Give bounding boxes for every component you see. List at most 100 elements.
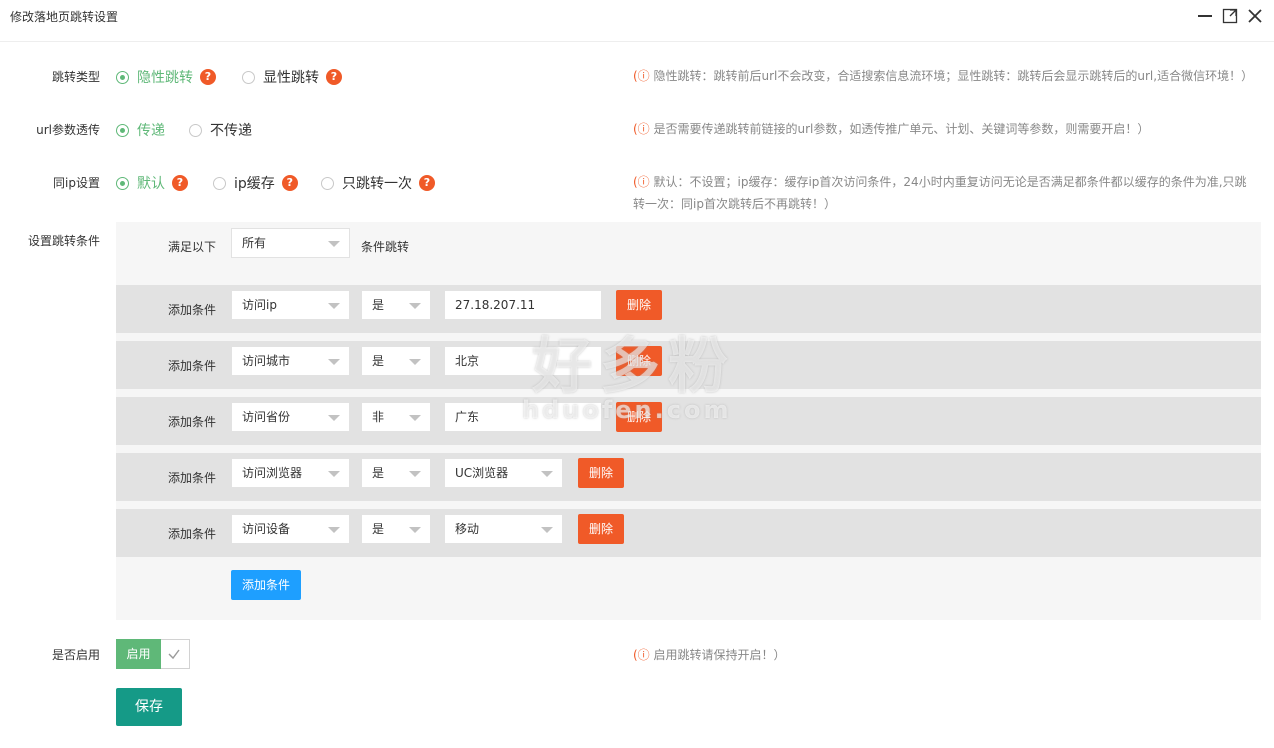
radio-pass-params[interactable]: 传递 <box>116 120 165 140</box>
hint-text: 默认：不设置；ip缓存：缓存ip首次访问条件，24小时内重复访问无论是否满足都条… <box>653 175 1247 189</box>
info-icon: (ⓘ <box>633 122 650 136</box>
radio-visible-jump[interactable]: 显性跳转 ? <box>242 67 342 87</box>
chevron-down-icon <box>328 527 340 533</box>
radio-label: 隐性跳转 <box>137 70 193 86</box>
condition-op-select[interactable]: 是 <box>361 458 431 488</box>
condition-row-label: 添加条件 <box>168 359 217 373</box>
select-value: 访问设备 <box>242 522 291 536</box>
chevron-down-icon <box>409 527 421 533</box>
radio-label: 不传递 <box>210 123 252 139</box>
enable-label: 是否启用 <box>51 648 100 662</box>
radio-label: 显性跳转 <box>263 70 319 86</box>
radio-hidden-jump[interactable]: 隐性跳转 ? <box>116 67 216 87</box>
condition-op-select[interactable]: 是 <box>361 290 431 320</box>
radio-label: 传递 <box>137 123 165 139</box>
condition-field-select[interactable]: 访问省份 <box>231 402 350 432</box>
condition-value-input[interactable]: 北京 <box>444 346 602 376</box>
delete-button[interactable]: 删除 <box>616 402 662 432</box>
chevron-down-icon <box>409 471 421 477</box>
select-value: 访问浏览器 <box>242 466 303 480</box>
chevron-down-icon <box>409 415 421 421</box>
select-value: 是 <box>372 298 385 312</box>
maximize-icon[interactable] <box>1221 7 1239 25</box>
chevron-down-icon <box>541 471 553 477</box>
chevron-down-icon <box>328 303 340 309</box>
radio-circle <box>116 70 129 84</box>
window-title: 修改落地页跳转设置 <box>10 10 119 24</box>
chevron-down-icon <box>541 527 553 533</box>
delete-button[interactable]: 删除 <box>578 458 624 488</box>
select-value: 移动 <box>455 522 480 536</box>
add-condition-button[interactable]: 添加条件 <box>231 570 301 600</box>
condition-field-select[interactable]: 访问城市 <box>231 346 350 376</box>
switch-on-label: 启用 <box>116 639 161 669</box>
radio-jump-once[interactable]: 只跳转一次 ? <box>321 173 435 193</box>
radio-label: 默认 <box>137 176 165 192</box>
condition-row-label: 添加条件 <box>168 303 217 317</box>
condition-op-select[interactable]: 是 <box>361 346 431 376</box>
condition-value-select[interactable]: 移动 <box>444 514 563 544</box>
select-value: 是 <box>372 354 385 368</box>
close-icon[interactable] <box>1246 7 1264 25</box>
chevron-down-icon <box>409 359 421 365</box>
save-button[interactable]: 保存 <box>116 688 182 726</box>
radio-ip-cache[interactable]: ip缓存 ? <box>213 173 298 193</box>
radio-circle <box>116 176 129 190</box>
info-icon: (ⓘ <box>633 648 650 662</box>
select-value: 访问省份 <box>242 410 291 424</box>
condition-field-select[interactable]: 访问设备 <box>231 514 350 544</box>
help-icon[interactable]: ? <box>200 69 216 85</box>
condition-field-select[interactable]: 访问浏览器 <box>231 458 350 488</box>
jump-type-label: 跳转类型 <box>51 70 100 84</box>
condition-row-label: 添加条件 <box>168 415 217 429</box>
condition-value-select[interactable]: UC浏览器 <box>444 458 563 488</box>
chevron-down-icon <box>328 359 340 365</box>
help-icon[interactable]: ? <box>419 175 435 191</box>
select-value: 是 <box>372 522 385 536</box>
minimize-icon[interactable] <box>1196 7 1214 25</box>
select-value: 访问城市 <box>242 354 291 368</box>
hint-text: 启用跳转请保持开启！） <box>653 648 786 662</box>
chevron-down-icon <box>409 303 421 309</box>
help-icon[interactable]: ? <box>326 69 342 85</box>
radio-no-pass-params[interactable]: 不传递 <box>189 120 252 140</box>
condition-field-select[interactable]: 访问ip <box>231 290 350 320</box>
info-icon: (ⓘ <box>633 69 650 83</box>
match-mode-select[interactable]: 所有 <box>231 228 350 258</box>
info-icon: (ⓘ <box>633 175 650 189</box>
select-value: 是 <box>372 466 385 480</box>
condition-row-label: 添加条件 <box>168 471 217 485</box>
delete-button[interactable]: 删除 <box>578 514 624 544</box>
radio-label: 只跳转一次 <box>342 176 412 192</box>
hint-text-line2: 转一次：同ip首次跳转后不再跳转！） <box>633 197 836 211</box>
condition-value-input[interactable]: 27.18.207.11 <box>444 290 602 320</box>
radio-circle <box>242 70 255 84</box>
radio-circle <box>321 176 334 190</box>
select-value: 访问ip <box>242 298 277 312</box>
chevron-down-icon <box>328 415 340 421</box>
select-value: 所有 <box>242 236 267 250</box>
radio-circle <box>213 176 226 190</box>
radio-default[interactable]: 默认 ? <box>116 173 188 193</box>
condition-op-select[interactable]: 非 <box>361 402 431 432</box>
delete-button[interactable]: 删除 <box>616 346 662 376</box>
condition-value-input[interactable]: 广东 <box>444 402 602 432</box>
select-value: 非 <box>372 410 385 424</box>
chevron-down-icon <box>328 471 340 477</box>
enable-switch[interactable]: 启用 <box>116 639 190 669</box>
help-icon[interactable]: ? <box>172 175 188 191</box>
same-ip-hint: (ⓘ 默认：不设置；ip缓存：缓存ip首次访问条件，24小时内重复访问无论是否满… <box>633 171 1253 215</box>
delete-button[interactable]: 删除 <box>616 290 662 320</box>
help-icon[interactable]: ? <box>281 175 298 191</box>
condition-row-label: 添加条件 <box>168 527 217 541</box>
url-params-hint: (ⓘ 是否需要传递跳转前链接的url参数，如透传推广单元、计划、关键词等参数，则… <box>633 118 1149 140</box>
radio-label: ip缓存 <box>234 176 275 192</box>
jump-type-hint: (ⓘ 隐性跳转：跳转前后url不会改变，合适搜索信息流环境；显性跳转：跳转后会显… <box>633 65 1253 87</box>
window-titlebar: 修改落地页跳转设置 <box>0 0 1274 42</box>
hint-text: 隐性跳转：跳转前后url不会改变，合适搜索信息流环境；显性跳转：跳转后会显示跳转… <box>653 69 1254 83</box>
condition-op-select[interactable]: 是 <box>361 514 431 544</box>
check-icon <box>167 647 181 665</box>
radio-circle <box>116 123 129 137</box>
radio-circle <box>189 123 202 137</box>
enable-hint: (ⓘ 启用跳转请保持开启！） <box>633 644 786 666</box>
